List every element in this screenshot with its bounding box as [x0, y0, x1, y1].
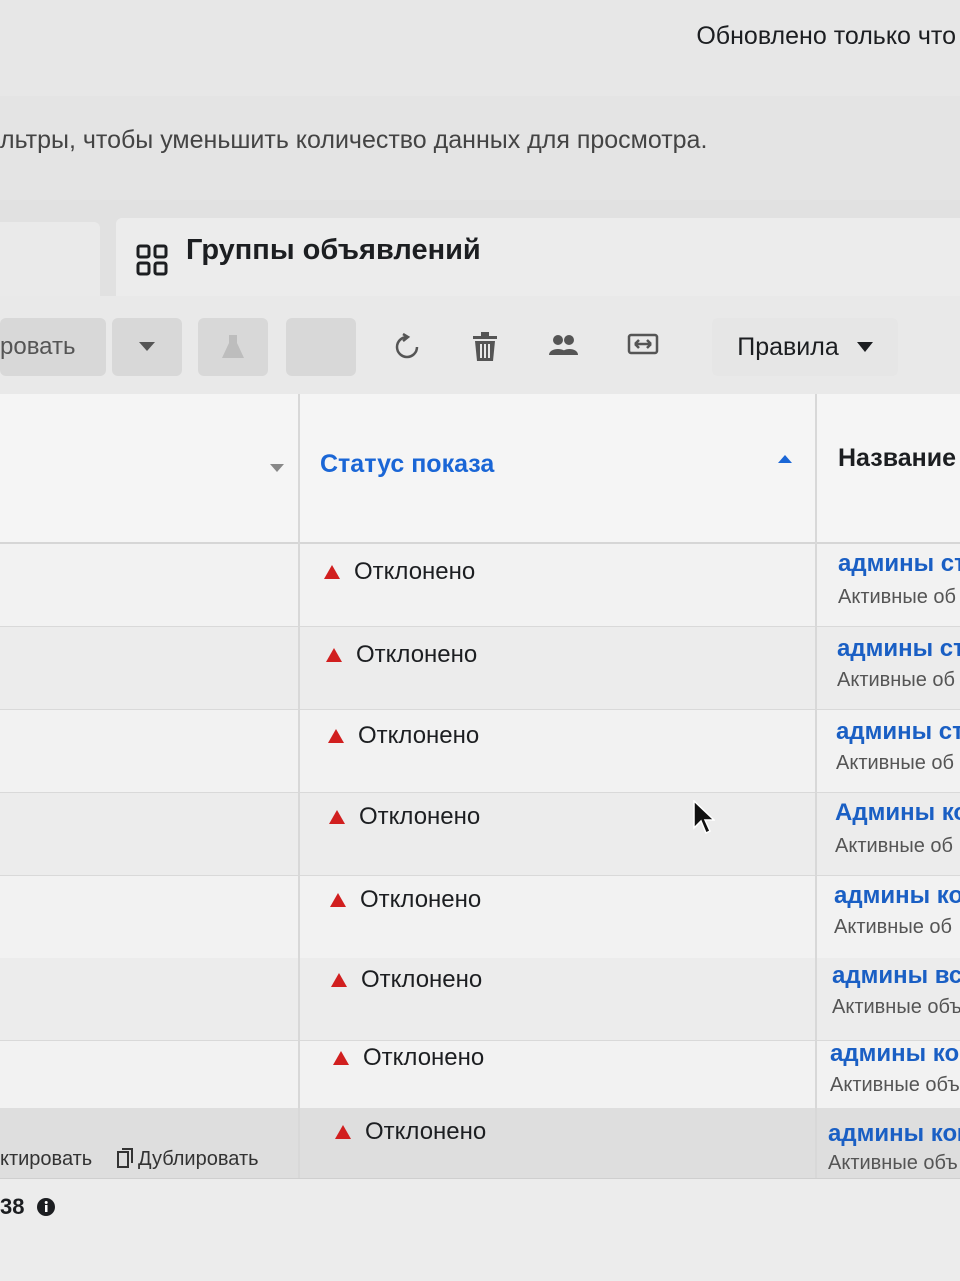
- chevron-down-icon: [139, 342, 155, 351]
- compare-button[interactable]: [608, 318, 678, 376]
- data-limit-notice: льтры, чтобы уменьшить количество данных…: [0, 126, 960, 186]
- flask-icon: [222, 335, 244, 358]
- top-bar: Обновлено только что: [0, 0, 960, 96]
- ad-group-name-link[interactable]: админы ком: [828, 1120, 960, 1148]
- ad-group-status-sub: Активные об: [837, 669, 955, 691]
- column-header-status[interactable]: Статус показа: [320, 450, 494, 479]
- ad-group-name-link[interactable]: админы ст: [837, 635, 960, 663]
- results-total: 38: [0, 1194, 25, 1219]
- mouse-cursor-icon: [693, 800, 715, 835]
- grid-icon: [136, 244, 168, 276]
- status-text: Отклонено: [354, 558, 476, 585]
- warning-icon: [329, 810, 345, 824]
- ab-test-button[interactable]: [198, 318, 268, 376]
- totals-row: [0, 1178, 960, 1281]
- status-text: Отклонено: [365, 1118, 487, 1145]
- status-cell: Отклонено: [331, 966, 482, 994]
- status-text: Отклонено: [361, 966, 483, 993]
- tab-title: Группы объявлений: [186, 234, 481, 266]
- edit-row-link[interactable]: ктировать: [0, 1148, 92, 1171]
- status-cell: Отклонено: [329, 803, 480, 831]
- delete-button[interactable]: [450, 318, 520, 376]
- info-icon[interactable]: [36, 1197, 56, 1217]
- ad-group-name-link[interactable]: админы ком: [830, 1040, 960, 1068]
- status-text: Отклонено: [363, 1044, 485, 1071]
- ad-group-name-link[interactable]: админы все: [832, 962, 960, 990]
- status-cell: Отклонено: [324, 558, 475, 586]
- duplicate-row-link[interactable]: Дублировать: [138, 1148, 259, 1171]
- sort-ascending-icon[interactable]: [778, 455, 792, 464]
- status-text: Отклонено: [359, 803, 481, 830]
- ad-group-status-sub: Активные об: [838, 586, 956, 608]
- compare-icon: [627, 333, 659, 355]
- column-divider[interactable]: [815, 394, 817, 1280]
- refresh-icon: [395, 333, 419, 359]
- status-cell: Отклонено: [333, 1044, 484, 1072]
- ad-group-name-link[interactable]: админы ст: [836, 718, 960, 746]
- status-text: Отклонено: [358, 722, 480, 749]
- ad-group-status-sub: Активные объ: [830, 1074, 960, 1096]
- ad-group-status-sub: Активные об: [834, 916, 952, 938]
- column-header-name[interactable]: Название: [838, 444, 956, 473]
- column-divider[interactable]: [298, 394, 300, 1280]
- warning-icon: [335, 1125, 351, 1139]
- ad-group-name-link[interactable]: админы ст: [838, 550, 960, 578]
- ad-group-status-sub: Активные объ: [828, 1152, 958, 1174]
- edit-button-label: ровать: [0, 333, 76, 360]
- audience-icon: [549, 335, 578, 355]
- caret-down-icon: [856, 341, 873, 352]
- status-text: Отклонено: [360, 886, 482, 913]
- status-cell: Отклонено: [330, 886, 481, 914]
- notice-text: льтры, чтобы уменьшить количество данных…: [0, 126, 708, 154]
- status-cell: Отклонено: [335, 1118, 486, 1146]
- warning-icon: [330, 893, 346, 907]
- warning-icon: [324, 565, 340, 579]
- duplicate-icon[interactable]: [116, 1148, 134, 1168]
- status-cell: Отклонено: [326, 641, 477, 669]
- ad-group-status-sub: Активные объ: [832, 996, 960, 1018]
- disabled-button[interactable]: [286, 318, 356, 376]
- ad-group-status-sub: Активные об: [835, 835, 953, 857]
- rules-label: Правила: [737, 332, 839, 361]
- status-text: Отклонено: [356, 641, 478, 668]
- trash-icon: [473, 332, 497, 361]
- ad-group-status-sub: Активные об: [836, 752, 954, 774]
- edit-dropdown-button[interactable]: [112, 318, 182, 376]
- edit-button[interactable]: ровать: [0, 318, 106, 376]
- rules-dropdown[interactable]: Правила: [712, 318, 898, 376]
- warning-icon: [328, 729, 344, 743]
- updated-status: Обновлено только что: [696, 22, 956, 50]
- warning-icon: [333, 1051, 349, 1065]
- refresh-button[interactable]: [372, 318, 442, 376]
- ad-group-name-link[interactable]: Админы ко: [835, 799, 960, 827]
- warning-icon: [326, 648, 342, 662]
- sort-caret-icon[interactable]: [270, 464, 284, 473]
- warning-icon: [331, 973, 347, 987]
- status-cell: Отклонено: [328, 722, 479, 750]
- ad-group-name-link[interactable]: админы ко: [834, 882, 960, 910]
- tab-campaigns-partial[interactable]: [0, 222, 100, 296]
- audience-button[interactable]: [528, 318, 598, 376]
